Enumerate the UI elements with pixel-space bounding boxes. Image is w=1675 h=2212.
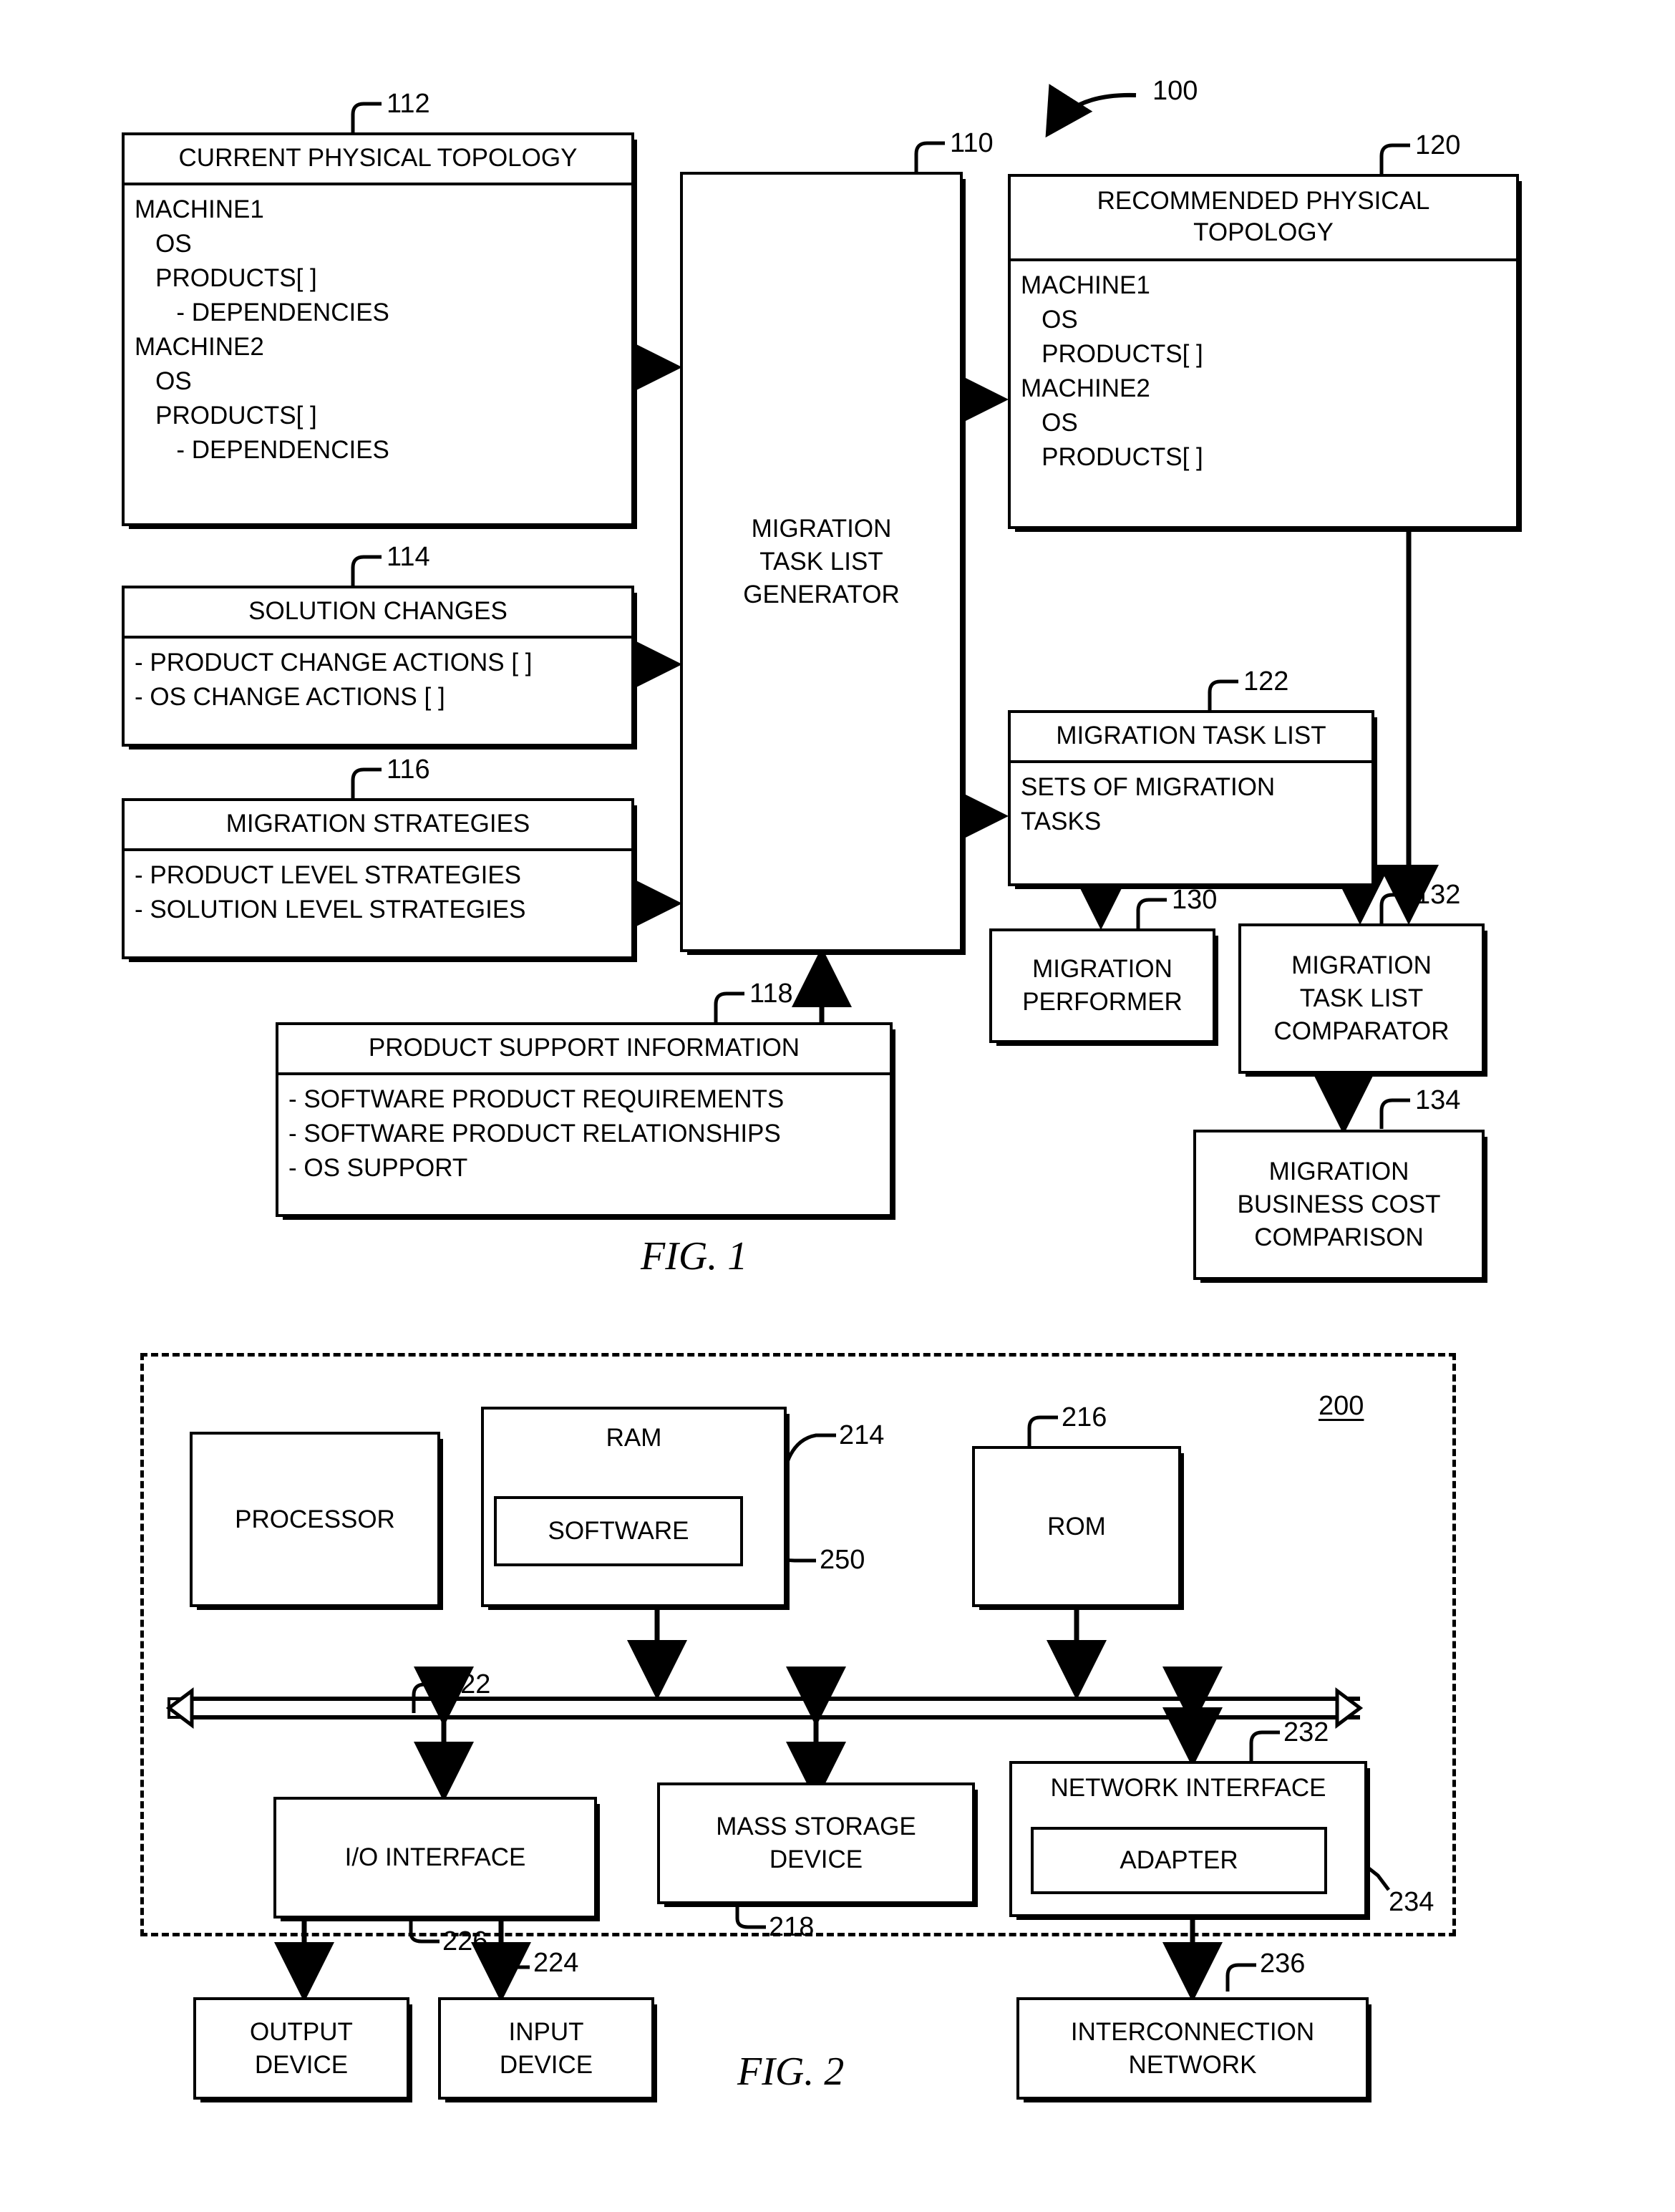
block-migration-strategies: MIGRATION STRATEGIES - PRODUCT LEVEL STR… — [122, 798, 634, 959]
block-software: SOFTWARE — [494, 1496, 743, 1566]
ref-label-122: 122 — [1243, 666, 1289, 697]
input-device-label: INPUT DEVICE — [499, 2017, 593, 2079]
figure-1-caption: FIG. 1 — [641, 1234, 748, 1279]
io-interface-label: I/O INTERFACE — [344, 1843, 526, 1871]
block-product-support-information: PRODUCT SUPPORT INFORMATION - SOFTWARE P… — [276, 1022, 893, 1217]
ref-label-130: 130 — [1172, 885, 1218, 915]
migration-task-list-body: SETS OF MIGRATION TASKS — [1021, 773, 1276, 835]
ref-label-214: 214 — [839, 1420, 885, 1450]
block-processor: PROCESSOR — [190, 1432, 440, 1607]
ref-label-132: 132 — [1415, 880, 1461, 910]
ref-label-216: 216 — [1062, 1402, 1107, 1432]
recommended-physical-topology-title: RECOMMENDED PHYSICAL TOPOLOGY — [1011, 177, 1516, 261]
figure-2-caption: FIG. 2 — [737, 2050, 845, 2094]
block-migration-business-cost-comparison: MIGRATION BUSINESS COST COMPARISON — [1193, 1130, 1485, 1280]
interconnection-network-label: INTERCONNECTION NETWORK — [1070, 2017, 1315, 2079]
current-physical-topology-body: MACHINE1 OS PRODUCTS[ ] - DEPENDENCIES M… — [135, 195, 389, 464]
product-support-information-title: PRODUCT SUPPORT INFORMATION — [278, 1025, 890, 1075]
processor-label: PROCESSOR — [235, 1505, 395, 1533]
ref-label-232: 232 — [1283, 1717, 1329, 1747]
software-label: SOFTWARE — [548, 1517, 689, 1545]
recommended-physical-topology-body: MACHINE1 OS PRODUCTS[ ] MACHINE2 OS PROD… — [1021, 271, 1203, 471]
block-io-interface: I/O INTERFACE — [273, 1797, 597, 1918]
block-solution-changes: SOLUTION CHANGES - PRODUCT CHANGE ACTION… — [122, 586, 634, 747]
migration-performer-label: MIGRATION PERFORMER — [1022, 955, 1183, 1016]
ram-label: RAM — [606, 1424, 662, 1452]
ref-label-250: 250 — [820, 1545, 865, 1575]
migration-task-list-title: MIGRATION TASK LIST — [1011, 713, 1371, 763]
ref-label-226: 226 — [442, 1926, 488, 1956]
ref-label-100: 100 — [1152, 76, 1198, 106]
migration-task-list-comparator-label: MIGRATION TASK LIST COMPARATOR — [1273, 951, 1450, 1045]
output-device-label: OUTPUT DEVICE — [250, 2017, 353, 2079]
block-interconnection-network: INTERCONNECTION NETWORK — [1016, 1997, 1369, 2100]
ref-label-134: 134 — [1415, 1085, 1461, 1115]
ref-label-224: 224 — [533, 1948, 579, 1978]
current-physical-topology-title: CURRENT PHYSICAL TOPOLOGY — [125, 135, 631, 185]
block-current-physical-topology: CURRENT PHYSICAL TOPOLOGY MACHINE1 OS PR… — [122, 132, 634, 526]
ref-label-118: 118 — [749, 979, 793, 1009]
solution-changes-body: - PRODUCT CHANGE ACTIONS [ ] - OS CHANGE… — [135, 649, 533, 711]
block-migration-performer: MIGRATION PERFORMER — [989, 928, 1215, 1043]
rom-label: ROM — [1047, 1512, 1106, 1541]
migration-business-cost-comparison-label: MIGRATION BUSINESS COST COMPARISON — [1237, 1158, 1441, 1251]
ref-label-110: 110 — [950, 128, 994, 158]
block-migration-task-list-comparator: MIGRATION TASK LIST COMPARATOR — [1238, 923, 1485, 1074]
block-migration-task-list-generator: MIGRATION TASK LIST GENERATOR — [680, 172, 963, 952]
ref-label-120: 120 — [1415, 130, 1461, 160]
ref-label-218: 218 — [769, 1912, 815, 1942]
block-output-device: OUTPUT DEVICE — [193, 1997, 409, 2100]
block-rom: ROM — [972, 1446, 1181, 1607]
mass-storage-device-label: MASS STORAGE DEVICE — [716, 1813, 916, 1873]
ref-label-234: 234 — [1389, 1887, 1434, 1917]
adapter-label: ADAPTER — [1120, 1846, 1238, 1874]
network-interface-label: NETWORK INTERFACE — [1050, 1774, 1326, 1802]
block-input-device: INPUT DEVICE — [438, 1997, 654, 2100]
ref-label-236: 236 — [1260, 1949, 1306, 1979]
migration-strategies-title: MIGRATION STRATEGIES — [125, 801, 631, 851]
patent-drawing-sheet: 100 CURRENT PHYSICAL TOPOLOGY MACHINE1 O… — [0, 0, 1675, 2212]
ref-label-116: 116 — [387, 755, 430, 785]
block-mass-storage-device: MASS STORAGE DEVICE — [657, 1782, 975, 1904]
block-migration-task-list: MIGRATION TASK LIST SETS OF MIGRATION TA… — [1008, 710, 1374, 886]
ref-label-200: 200 — [1319, 1391, 1364, 1421]
block-recommended-physical-topology: RECOMMENDED PHYSICAL TOPOLOGY MACHINE1 O… — [1008, 174, 1519, 529]
ref-label-112: 112 — [387, 89, 430, 119]
product-support-information-body: - SOFTWARE PRODUCT REQUIREMENTS - SOFTWA… — [288, 1085, 785, 1182]
migration-task-list-generator-label: MIGRATION TASK LIST GENERATOR — [743, 515, 900, 608]
block-adapter: ADAPTER — [1031, 1827, 1327, 1894]
ref-label-222: 222 — [445, 1669, 491, 1699]
solution-changes-title: SOLUTION CHANGES — [125, 588, 631, 639]
migration-strategies-body: - PRODUCT LEVEL STRATEGIES - SOLUTION LE… — [135, 861, 526, 923]
ref-label-114: 114 — [387, 542, 430, 572]
